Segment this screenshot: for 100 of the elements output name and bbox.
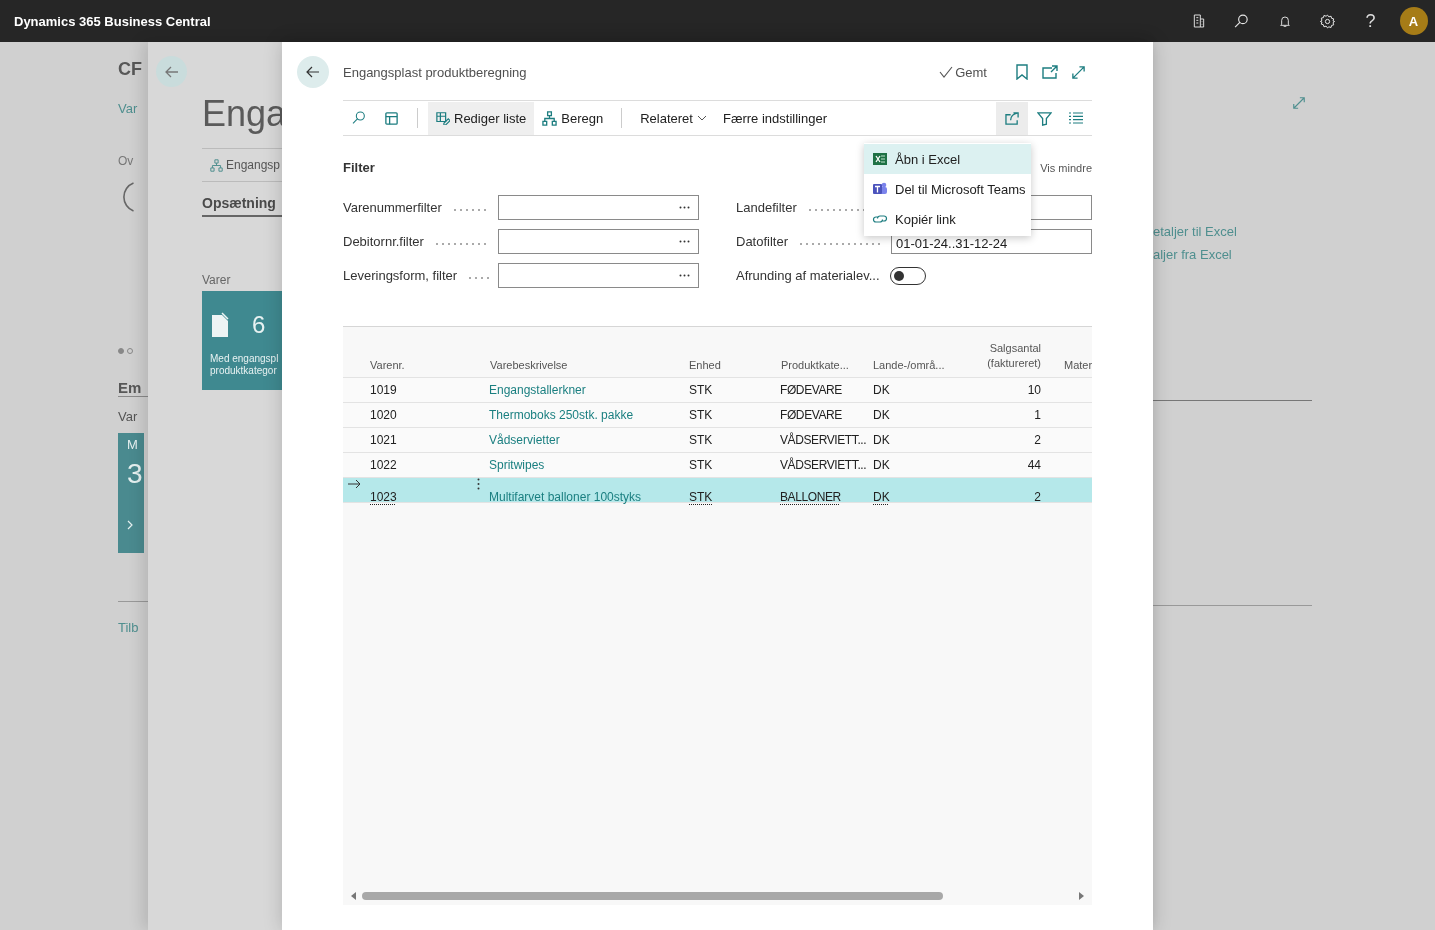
check-icon (939, 66, 954, 78)
search-icon[interactable] (1233, 12, 1250, 30)
item-link[interactable]: Multifarvet balloner 100styks (486, 490, 685, 504)
back-arrow-icon (305, 64, 321, 80)
back-button[interactable] (297, 56, 329, 88)
popout-icon[interactable] (1042, 65, 1058, 79)
calculate-button[interactable]: Beregn (534, 101, 612, 135)
help-button[interactable]: ? (1365, 10, 1376, 32)
page-title: Enga (202, 94, 287, 134)
more-icon (679, 206, 690, 209)
table-cell-text: STK (688, 490, 714, 504)
item-link[interactable]: Engangstallerkner (486, 383, 685, 397)
save-status: Gemt (939, 64, 987, 80)
table-cell-text: 1020 (369, 408, 398, 422)
action-button[interactable]: Engangsp (210, 158, 281, 172)
table-cell-text: 1019 (369, 383, 398, 397)
column-header[interactable]: Varenr. (366, 359, 470, 371)
row-arrow-icon (348, 479, 361, 489)
app-title: Dynamics 365 Business Central (14, 13, 211, 29)
table-cell-text: 1021 (369, 433, 398, 447)
expand-icon[interactable] (1292, 96, 1306, 110)
table-row[interactable]: 1023 Multifarvet balloner 100styks STK BALLONER DK 2 (343, 478, 1092, 503)
table-cell-text: DK (872, 458, 891, 472)
item-link[interactable]: Thermoboks 250stk. pakke (486, 408, 685, 422)
scroll-left-icon[interactable] (351, 892, 356, 900)
column-header[interactable]: Enhed (685, 359, 777, 371)
table-cell-text: DK (872, 383, 891, 397)
chevron-icon (127, 520, 133, 530)
table-cell-text: DK (872, 490, 891, 504)
column-header[interactable]: Produktkate... (777, 359, 869, 371)
table-cell-text: BALLONER (779, 490, 842, 504)
tile[interactable]: M 3 (118, 433, 144, 553)
table-cell-text: 10 (1026, 383, 1042, 397)
table-cell-text: DK (872, 433, 891, 447)
field-label: Leveringsform, filter (343, 268, 458, 283)
column-header[interactable]: Mater (1060, 359, 1092, 371)
table-cell-text: STK (688, 383, 714, 397)
scrollbar-thumb[interactable] (362, 892, 943, 900)
edit-list-icon (436, 111, 450, 125)
table-cell-text: DK (872, 408, 891, 422)
spreadsheet-icon (872, 151, 888, 167)
input-field[interactable] (498, 195, 699, 220)
table-cell-text: STK (688, 458, 714, 472)
item-link[interactable]: Vådservietter (486, 433, 685, 447)
related-menu[interactable]: Relateret (632, 101, 715, 135)
hierarchy-icon (210, 158, 223, 172)
edit-list-button[interactable]: Rediger liste (428, 101, 535, 135)
table-cell-text: 44 (1026, 458, 1042, 472)
table-cell-text: 2 (1033, 490, 1042, 504)
table-cell-text: STK (688, 433, 714, 447)
table-cell-text: STK (688, 408, 714, 422)
section-title: Filter (343, 160, 375, 175)
tile[interactable]: 6 Med engangspl produktkategor (202, 291, 282, 390)
field-label: Varenummerfilter (343, 200, 442, 215)
tile-value: 3 (127, 458, 143, 490)
column-header[interactable]: Salgsantal (faktureret) (950, 341, 1045, 371)
field-label: Datofilter (736, 234, 789, 249)
list-icon (1069, 112, 1083, 124)
scroll-right-icon[interactable] (1079, 892, 1084, 900)
filter-icon (1036, 110, 1052, 126)
input-field[interactable] (498, 229, 699, 254)
group-label: Varer (202, 273, 231, 287)
input-field[interactable] (498, 263, 699, 288)
layout-icon (383, 110, 399, 126)
menu-item[interactable]: Kopiér link (864, 204, 1031, 234)
field-label: Debitornr.filter (343, 234, 424, 249)
search-icon (351, 110, 367, 126)
column-header[interactable]: Varebeskrivelse (486, 359, 685, 371)
table-cell-text: FØDEVARE (779, 383, 843, 397)
settings-icon[interactable] (1319, 12, 1336, 30)
toggle-switch[interactable] (890, 266, 926, 285)
table-cell-text: 1023 (369, 490, 398, 504)
field-label: Afrunding af materialev... (736, 268, 881, 283)
tile-caption: Med engangspl produktkategor (210, 353, 280, 377)
share-icon (1004, 111, 1020, 125)
tile-label: M (127, 437, 138, 452)
back-button[interactable] (156, 56, 187, 87)
fewer-options-button[interactable]: Færre indstillinger (714, 101, 835, 135)
more-vertical-icon (476, 478, 480, 490)
table-cell-text: 2 (1033, 433, 1042, 447)
menu-item[interactable]: Åbn i Excel (864, 144, 1031, 174)
pager-dot[interactable] (118, 348, 124, 354)
page-title: CF (118, 59, 142, 80)
item-link[interactable]: Spritwipes (486, 458, 685, 472)
section-title: Em (118, 379, 142, 396)
more-icon (679, 240, 690, 243)
bookmark-icon[interactable] (1015, 64, 1029, 80)
menu-item[interactable]: Del til Microsoft Teams (864, 174, 1031, 204)
avatar[interactable]: A (1399, 7, 1428, 35)
tile-value: 6 (252, 311, 266, 339)
section-label: Ov (118, 154, 134, 168)
group-label: Var (118, 409, 138, 424)
column-header[interactable]: Lande-/områ... (869, 359, 950, 371)
expand-icon[interactable] (1071, 64, 1086, 80)
dialog-title: Engangsplast produktberegning (343, 64, 527, 80)
row-menu-button[interactable] (476, 478, 480, 490)
share-button[interactable] (996, 101, 1028, 135)
table-cell-text: FØDEVARE (779, 408, 843, 422)
show-less-link[interactable]: Vis mindre (1040, 161, 1092, 174)
chevron-down-icon (696, 115, 707, 121)
